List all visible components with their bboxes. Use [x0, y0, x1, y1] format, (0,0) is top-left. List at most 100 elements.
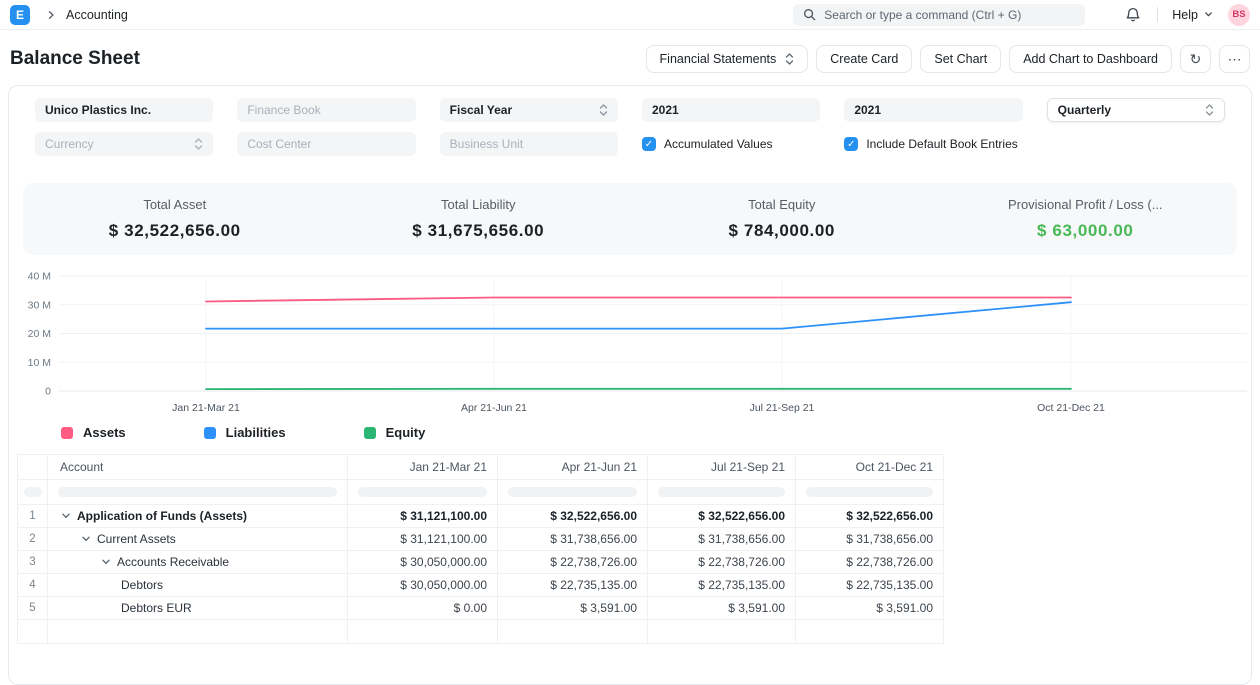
column-header[interactable]: Account: [48, 455, 348, 480]
svg-text:10 M: 10 M: [28, 357, 51, 369]
notifications-button[interactable]: [1123, 5, 1143, 25]
page-header: Balance Sheet Financial Statements Creat…: [0, 30, 1260, 85]
account-cell[interactable]: Current Assets: [48, 528, 348, 551]
select-updown-icon: [194, 137, 203, 151]
column-filter-input[interactable]: [24, 487, 42, 497]
account-cell[interactable]: Application of Funds (Assets): [48, 505, 348, 528]
to-year-filter[interactable]: 2021: [844, 98, 1022, 122]
summary-card: Total Liability $ 31,675,656.00: [327, 197, 631, 241]
summary-label: Provisional Profit / Loss (...: [934, 197, 1238, 212]
table-header-row: AccountJan 21-Mar 21Apr 21-Jun 21Jul 21-…: [18, 455, 944, 480]
column-filter-input[interactable]: [806, 487, 933, 497]
value-cell: $ 22,738,726.00: [796, 551, 944, 574]
table-row: 4Debtors$ 30,050,000.00$ 22,735,135.00$ …: [18, 574, 944, 597]
cost-center-filter[interactable]: Cost Center: [237, 132, 415, 156]
report-table: AccountJan 21-Mar 21Apr 21-Jun 21Jul 21-…: [17, 454, 944, 644]
chevron-down-icon[interactable]: [101, 557, 111, 567]
company-filter-value: Unico Plastics Inc.: [45, 103, 151, 117]
value-cell: $ 22,738,726.00: [648, 551, 796, 574]
summary-card: Provisional Profit / Loss (... $ 63,000.…: [934, 197, 1238, 241]
account-name: Debtors: [121, 578, 163, 592]
equity-swatch: [364, 427, 376, 439]
account-name: Accounts Receivable: [117, 555, 229, 569]
summary-label: Total Liability: [327, 197, 631, 212]
avatar[interactable]: BS: [1228, 4, 1250, 26]
periodicity-select[interactable]: Quarterly: [1047, 98, 1225, 122]
svg-text:20 M: 20 M: [28, 328, 51, 340]
add-chart-to-dashboard-button[interactable]: Add Chart to Dashboard: [1009, 45, 1172, 73]
value-cell: $ 32,522,656.00: [648, 505, 796, 528]
select-updown-icon: [599, 103, 608, 117]
value-cell: $ 31,738,656.00: [796, 528, 944, 551]
column-filter-input[interactable]: [658, 487, 785, 497]
report-switcher-select[interactable]: Financial Statements: [646, 45, 809, 73]
report-switcher-label: Financial Statements: [660, 52, 777, 66]
table-body: 1 Application of Funds (Assets) $ 31,121,1…: [18, 505, 944, 644]
value-cell: $ 31,738,656.00: [498, 528, 648, 551]
account-cell[interactable]: Debtors EUR: [48, 597, 348, 620]
summary-value: $ 32,522,656.00: [23, 221, 327, 241]
chart-section: 010 M20 M30 M40 MJan 21-Mar 21Apr 21-Jun…: [9, 265, 1251, 440]
finance-book-filter[interactable]: Finance Book: [237, 98, 415, 122]
set-chart-button[interactable]: Set Chart: [920, 45, 1001, 73]
column-filter-cell: [348, 480, 498, 505]
column-header-row-number: [18, 455, 48, 480]
create-card-button[interactable]: Create Card: [816, 45, 912, 73]
company-filter[interactable]: Unico Plastics Inc.: [35, 98, 213, 122]
balance-chart: 010 M20 M30 M40 MJan 21-Mar 21Apr 21-Jun…: [9, 265, 1253, 417]
from-year-value: 2021: [652, 103, 679, 117]
account-name: Current Assets: [97, 532, 176, 546]
business-unit-placeholder: Business Unit: [450, 137, 523, 151]
summary-value: $ 784,000.00: [630, 221, 934, 241]
help-label: Help: [1172, 8, 1198, 22]
column-filter-input[interactable]: [358, 487, 487, 497]
column-filter-cell: [648, 480, 796, 505]
from-year-filter[interactable]: 2021: [642, 98, 820, 122]
legend-item-assets[interactable]: Assets: [61, 425, 126, 440]
accumulated-values-checkbox[interactable]: ✓ Accumulated Values: [642, 132, 820, 156]
svg-text:40 M: 40 M: [28, 271, 51, 283]
app-logo-letter: E: [16, 8, 24, 22]
table-row: [18, 620, 944, 644]
column-filter-input[interactable]: [58, 487, 337, 497]
column-header[interactable]: Oct 21-Dec 21: [796, 455, 944, 480]
select-updown-icon: [785, 52, 794, 66]
svg-text:Apr 21-Jun 21: Apr 21-Jun 21: [461, 402, 527, 414]
account-name: Application of Funds (Assets): [77, 509, 247, 523]
legend-item-equity[interactable]: Equity: [364, 425, 426, 440]
account-cell[interactable]: Debtors: [48, 574, 348, 597]
chevron-right-icon: [46, 10, 56, 20]
accumulated-values-label: Accumulated Values: [664, 137, 773, 151]
app-logo[interactable]: E: [10, 5, 30, 25]
row-number: 1: [18, 505, 48, 528]
legend-item-liabilities[interactable]: Liabilities: [204, 425, 286, 440]
summary-card: Total Asset $ 32,522,656.00: [23, 197, 327, 241]
report-card: Unico Plastics Inc. Finance Book Fiscal …: [8, 85, 1252, 685]
row-number: 3: [18, 551, 48, 574]
help-menu[interactable]: Help: [1172, 8, 1213, 22]
include-default-book-entries-checkbox[interactable]: ✓ Include Default Book Entries: [844, 132, 1022, 156]
search-input[interactable]: Search or type a command (Ctrl + G): [793, 4, 1085, 26]
value-cell: $ 22,735,135.00: [648, 574, 796, 597]
value-cell: $ 3,591.00: [498, 597, 648, 620]
chevron-down-icon[interactable]: [61, 511, 71, 521]
more-menu-button[interactable]: ⋯: [1219, 45, 1250, 73]
summary-label: Total Equity: [630, 197, 934, 212]
currency-select[interactable]: Currency: [35, 132, 213, 156]
legend-label: Equity: [386, 425, 426, 440]
summary-value: $ 63,000.00: [934, 221, 1238, 241]
column-header[interactable]: Jan 21-Mar 21: [348, 455, 498, 480]
refresh-button[interactable]: ↻: [1180, 45, 1211, 73]
chevron-down-icon[interactable]: [81, 534, 91, 544]
account-cell[interactable]: Accounts Receivable: [48, 551, 348, 574]
value-cell: $ 3,591.00: [796, 597, 944, 620]
checkbox-check-icon: ✓: [642, 137, 656, 151]
column-header[interactable]: Jul 21-Sep 21: [648, 455, 796, 480]
column-filter-input[interactable]: [508, 487, 637, 497]
value-cell: $ 31,121,100.00: [348, 528, 498, 551]
period-basis-select[interactable]: Fiscal Year: [440, 98, 618, 122]
business-unit-filter[interactable]: Business Unit: [440, 132, 618, 156]
breadcrumb[interactable]: Accounting: [66, 8, 128, 22]
column-header[interactable]: Apr 21-Jun 21: [498, 455, 648, 480]
table-head: AccountJan 21-Mar 21Apr 21-Jun 21Jul 21-…: [18, 455, 944, 505]
